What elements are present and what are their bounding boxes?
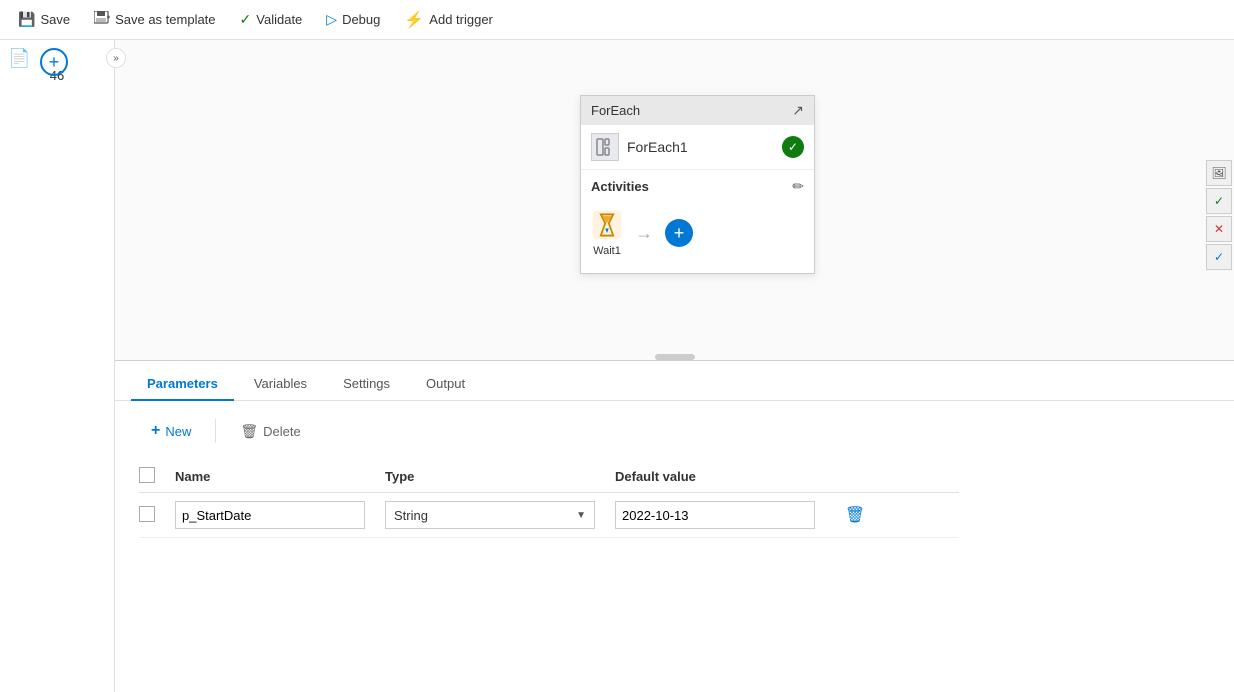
foreach-node-name: ForEach1 <box>627 139 774 155</box>
sidebar-page-icon: 📄 <box>8 48 30 69</box>
validate-label: Validate <box>256 12 302 27</box>
header-checkbox[interactable] <box>139 467 155 483</box>
foreach-header: ForEach ↗ <box>581 96 814 125</box>
header-type: Type <box>385 469 615 484</box>
panel-image-button[interactable]: 🖼 <box>1206 160 1232 186</box>
new-label: New <box>165 424 191 439</box>
row-0-type-select[interactable]: String ▼ <box>385 501 595 529</box>
debug-button[interactable]: ▷ Debug <box>316 7 390 32</box>
chevron-down-icon: ▼ <box>576 510 586 521</box>
validate-icon: ✓ <box>240 11 252 28</box>
row-0-type-text: String <box>394 508 428 523</box>
foreach-card: ForEach ↗ ForEach1 ✓ Activities <box>580 95 815 274</box>
plus-icon: + <box>151 422 160 440</box>
image-icon: 🖼 <box>1211 166 1226 180</box>
foreach-check-indicator: ✓ <box>782 136 804 158</box>
header-default-value: Default value <box>615 469 835 484</box>
foreach-expand-button[interactable]: ↗ <box>792 102 804 119</box>
tab-settings[interactable]: Settings <box>327 368 406 401</box>
toolbar: 💾 Save Save as template ✓ Validate ▷ Deb… <box>0 0 1234 40</box>
row-checkbox-cell <box>139 506 175 525</box>
row-0-actions: 🗑 <box>835 501 875 529</box>
header-name: Name <box>175 469 385 484</box>
activities-row: Wait1 → + <box>591 205 804 265</box>
trigger-icon: ⚡ <box>404 10 424 30</box>
row-0-delete-button[interactable]: 🗑 <box>841 501 869 529</box>
delete-label: Delete <box>263 424 301 439</box>
activities-header: Activities ✏ <box>591 178 804 195</box>
header-checkbox-col <box>139 467 175 486</box>
foreach-header-left: ForEach <box>591 103 640 118</box>
main-area: ForEach ↗ ForEach1 ✓ Activities <box>115 40 1234 692</box>
right-side-panel: 🖼 ✓ ✕ ✓ <box>1206 160 1234 270</box>
activities-section: Activities ✏ Wait1 <box>581 170 814 273</box>
flow-arrow: → <box>635 223 653 244</box>
wait-activity: Wait1 <box>591 209 623 257</box>
row-0-name-input[interactable] <box>175 501 365 529</box>
sidebar-chevron-button[interactable]: » <box>106 48 126 68</box>
left-sidebar: » 📄 + 46 <box>0 40 115 692</box>
check-green-icon: ✓ <box>1214 194 1224 208</box>
save-button[interactable]: 💾 Save <box>8 7 80 32</box>
tab-parameters[interactable]: Parameters <box>131 368 234 401</box>
wait-label: Wait1 <box>593 245 621 257</box>
x-red-icon: ✕ <box>1214 222 1224 236</box>
sidebar-add-button[interactable]: + <box>40 48 68 76</box>
row-0-name-cell <box>175 501 385 529</box>
params-toolbar: + New 🗑 Delete <box>139 417 1210 445</box>
save-template-icon <box>94 11 110 28</box>
params-content: + New 🗑 Delete Name Type Def <box>115 401 1234 554</box>
canvas-area: ForEach ↗ ForEach1 ✓ Activities <box>115 40 1234 360</box>
row-0-default-input[interactable] <box>615 501 815 529</box>
row-0-type-cell: String ▼ <box>385 501 615 529</box>
panel-x-red-button[interactable]: ✕ <box>1206 216 1232 242</box>
panel-check-green-button[interactable]: ✓ <box>1206 188 1232 214</box>
delete-param-button[interactable]: 🗑 Delete <box>228 418 312 445</box>
toolbar-separator <box>215 419 216 443</box>
check-blue-icon: ✓ <box>1214 250 1224 264</box>
add-trigger-label: Add trigger <box>429 12 493 27</box>
tabs-bar: Parameters Variables Settings Output <box>115 361 1234 401</box>
add-trigger-button[interactable]: ⚡ Add trigger <box>394 6 503 34</box>
bottom-panel: Parameters Variables Settings Output + N… <box>115 360 1234 692</box>
debug-icon: ▷ <box>326 11 337 28</box>
new-param-button[interactable]: + New <box>139 417 203 445</box>
add-activity-button[interactable]: + <box>665 219 693 247</box>
table-row: String ▼ 🗑 <box>139 493 959 538</box>
activities-label: Activities <box>591 179 649 194</box>
tab-output[interactable]: Output <box>410 368 481 401</box>
tab-variables[interactable]: Variables <box>238 368 323 401</box>
activities-edit-button[interactable]: ✏ <box>792 178 804 195</box>
save-label: Save <box>40 12 70 27</box>
panel-check-blue-button[interactable]: ✓ <box>1206 244 1232 270</box>
save-icon: 💾 <box>18 11 35 28</box>
row-0-checkbox[interactable] <box>139 506 155 522</box>
delete-icon: 🗑 <box>240 423 258 440</box>
validate-button[interactable]: ✓ Validate <box>230 7 313 32</box>
foreach-node-icon <box>591 133 619 161</box>
debug-label: Debug <box>342 12 380 27</box>
wait-icon <box>591 209 623 241</box>
save-template-label: Save as template <box>115 12 215 27</box>
table-header-row: Name Type Default value <box>139 461 959 493</box>
row-0-default-cell <box>615 501 835 529</box>
params-table: Name Type Default value String <box>139 461 959 538</box>
foreach-header-title: ForEach <box>591 103 640 118</box>
save-template-button[interactable]: Save as template <box>84 7 225 32</box>
foreach-title-row: ForEach1 ✓ <box>581 125 814 170</box>
